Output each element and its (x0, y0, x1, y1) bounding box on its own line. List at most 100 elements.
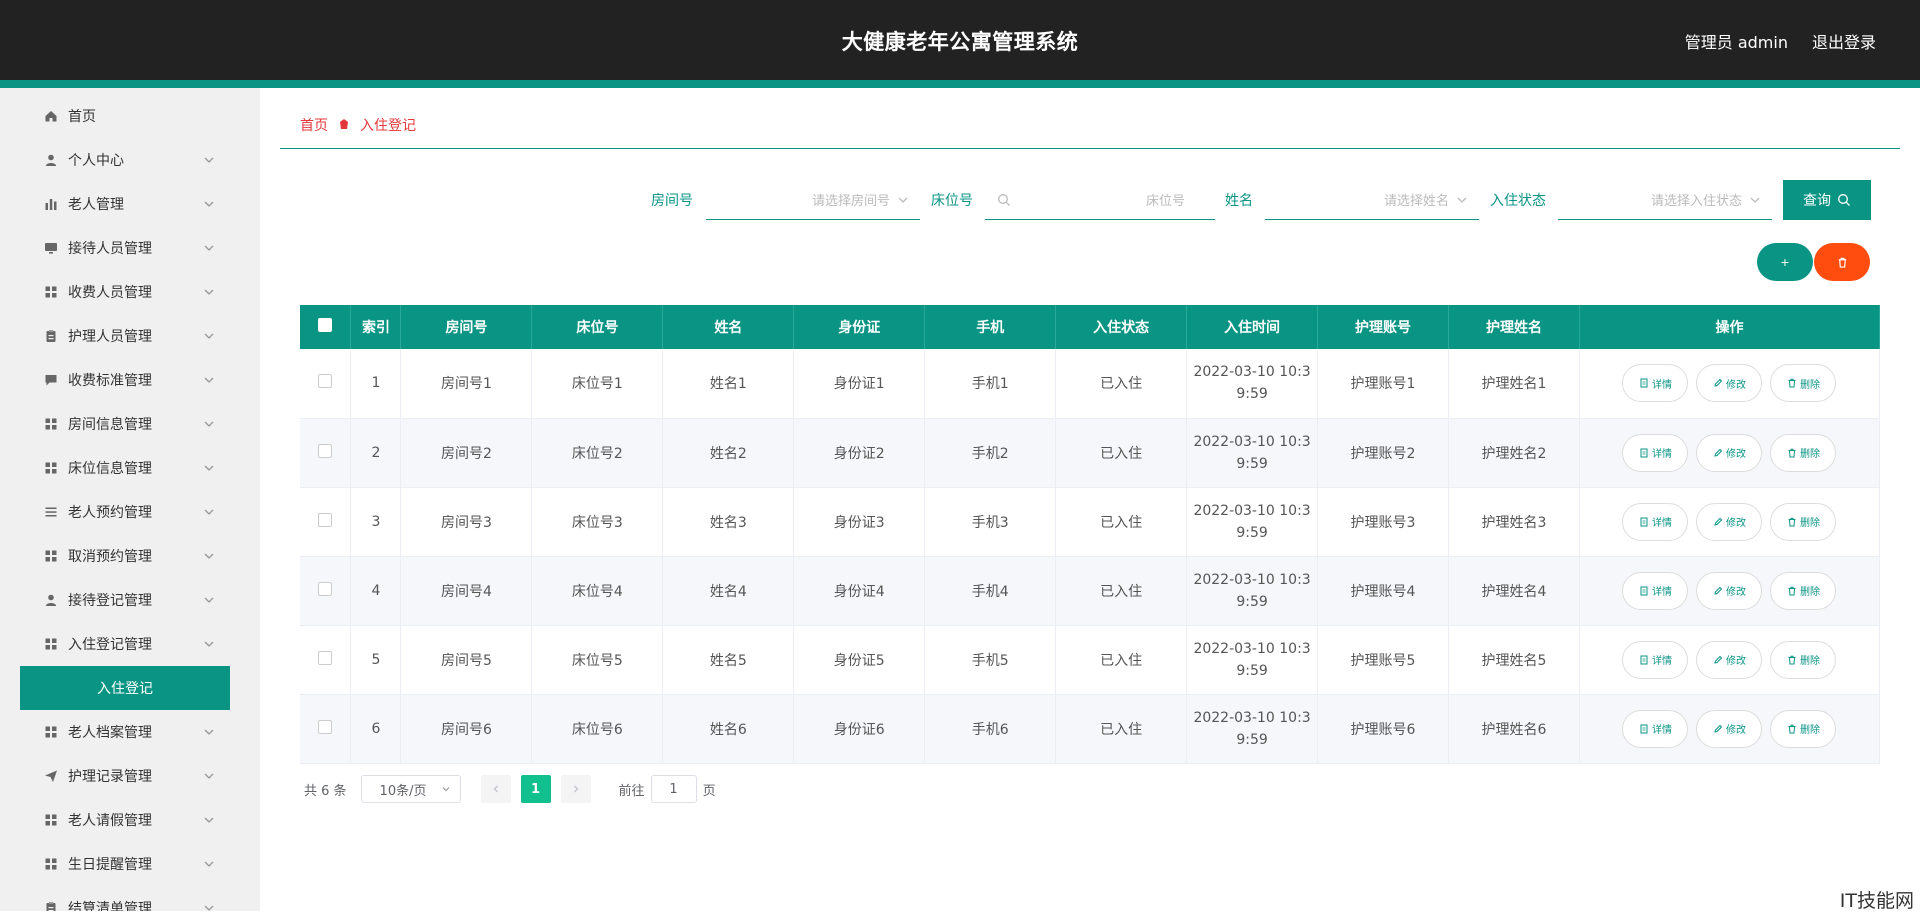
sidebar-item[interactable]: 老人请假管理 (20, 798, 230, 842)
chat-icon (44, 373, 58, 387)
row-checkbox[interactable] (300, 487, 352, 557)
sidebar-item[interactable]: 接待人员管理 (20, 226, 230, 270)
bed-input[interactable]: 床位号 (985, 180, 1215, 220)
chevron-right-icon (573, 785, 578, 793)
delete-label: 删除 (1799, 379, 1820, 391)
prev-page-button[interactable] (480, 775, 511, 803)
sidebar-item-label: 老人档案管理 (68, 725, 152, 741)
edit-button[interactable]: 修改 (1696, 709, 1763, 748)
delete-button[interactable]: 删除 (1770, 709, 1837, 748)
goto-page-input[interactable] (650, 775, 697, 803)
sidebar-item[interactable]: 护理人员管理 (20, 314, 230, 358)
sidebar-item-label: 床位信息管理 (68, 461, 152, 477)
sidebar-item[interactable]: 老人管理 (20, 182, 230, 226)
clipboard-icon (44, 901, 58, 911)
chevron-down-icon (204, 201, 214, 207)
query-button-label: 查询 (1803, 192, 1831, 208)
chevron-down-icon (204, 641, 214, 647)
detail-button[interactable]: 详情 (1622, 502, 1689, 541)
page-number-button[interactable]: 1 (520, 775, 551, 803)
document-icon (1640, 517, 1648, 526)
batch-delete-button[interactable] (1814, 243, 1870, 281)
breadcrumb: 首页 入住登记 (300, 115, 416, 135)
user-area: 管理员 admin 退出登录 (1685, 29, 1876, 53)
row-checkbox[interactable] (300, 418, 352, 488)
edit-button[interactable]: 修改 (1696, 502, 1763, 541)
delete-button[interactable]: 删除 (1770, 571, 1837, 610)
breadcrumb-home[interactable]: 首页 (300, 115, 328, 135)
table-row: 4 房间号4 床位号4 姓名4 身份证4 手机4 已入住 2022-03-10 10:3 9:5… (300, 556, 1881, 626)
sidebar-item[interactable]: 老人档案管理 (20, 710, 230, 754)
query-button[interactable]: 查询 (1783, 180, 1871, 220)
edit-button[interactable]: 修改 (1696, 364, 1763, 403)
column-header: 身份证 (793, 305, 926, 349)
detail-label: 详情 (1651, 725, 1672, 736)
sidebar-item[interactable]: 个人中心 (20, 138, 230, 182)
edit-button[interactable]: 修改 (1696, 640, 1763, 679)
sidebar-item[interactable]: 老人预约管理 (20, 490, 230, 534)
goto-unit-label: 页 (702, 783, 716, 799)
edit-button[interactable]: 修改 (1696, 433, 1763, 472)
row-checkbox[interactable] (300, 349, 352, 419)
sidebar-item[interactable]: 接待登记管理 (20, 578, 230, 622)
sidebar-item-label: 房间信息管理 (68, 417, 152, 433)
sidebar-item[interactable]: 结算清单管理 (20, 886, 230, 911)
detail-button[interactable]: 详情 (1622, 571, 1689, 610)
sidebar-item[interactable]: 护理记录管理 (20, 754, 230, 798)
detail-button[interactable]: 详情 (1622, 433, 1689, 472)
chevron-down-icon (204, 817, 214, 823)
trash-icon (1788, 724, 1796, 733)
admin-user-label[interactable]: 管理员 admin (1685, 29, 1788, 53)
sidebar-item[interactable]: 房间信息管理 (20, 402, 230, 446)
edit-button[interactable]: 修改 (1696, 571, 1763, 610)
sidebar-item-label: 收费标准管理 (68, 373, 152, 389)
cell-checkin-time: 2022-03-10 10:3 9:59 (1186, 556, 1319, 626)
row-checkbox[interactable] (300, 625, 352, 695)
room-select[interactable]: 请选择房间号 (706, 180, 920, 220)
user-icon (44, 593, 58, 607)
delete-label: 删除 (1799, 656, 1820, 667)
chevron-down-icon (204, 377, 214, 383)
sidebar-item[interactable]: 首页 (20, 94, 230, 138)
next-page-button[interactable] (560, 775, 591, 803)
detail-button[interactable]: 详情 (1622, 364, 1689, 403)
row-checkbox[interactable] (300, 556, 352, 626)
cell-index: 2 (350, 418, 402, 488)
trash-icon (1788, 586, 1796, 595)
cell-nurse-name: 护理姓名5 (1448, 625, 1580, 695)
detail-button[interactable]: 详情 (1622, 640, 1689, 679)
add-button[interactable]: + (1757, 243, 1813, 281)
detail-label: 详情 (1651, 587, 1672, 598)
sidebar-item[interactable]: 生日提醒管理 (20, 842, 230, 886)
cell-nurse-account: 护理账号3 (1317, 487, 1449, 557)
edit-icon (1714, 448, 1723, 457)
column-header: 床位号 (531, 305, 664, 349)
logout-button[interactable]: 退出登录 (1812, 29, 1876, 53)
cell-phone: 手机2 (924, 418, 1057, 488)
table-row: 1 房间号1 床位号1 姓名1 身份证1 手机1 已入住 2022-03-10 10:3 9:5… (300, 349, 1881, 419)
sidebar-item[interactable]: 入住登记管理 (20, 622, 230, 666)
select-all-checkbox[interactable] (300, 305, 352, 349)
sidebar-item[interactable]: 收费标准管理 (20, 358, 230, 402)
cell-index: 1 (350, 349, 402, 419)
delete-button[interactable]: 删除 (1770, 640, 1837, 679)
edit-icon (1714, 586, 1723, 595)
sidebar-item[interactable]: 收费人员管理 (20, 270, 230, 314)
edit-icon (1714, 655, 1723, 664)
row-checkbox[interactable] (300, 694, 352, 764)
name-select[interactable]: 请选择姓名 (1265, 180, 1479, 220)
delete-button[interactable]: 删除 (1770, 433, 1837, 472)
page-size-select[interactable]: 10条/页 (360, 775, 461, 803)
sidebar-item-label: 收费人员管理 (68, 285, 152, 301)
delete-button[interactable]: 删除 (1770, 364, 1837, 403)
delete-button[interactable]: 删除 (1770, 502, 1837, 541)
cell-status: 已入住 (1055, 625, 1188, 695)
chevron-down-icon (1457, 197, 1467, 203)
chevron-down-icon (204, 861, 214, 867)
sidebar-item[interactable]: 取消预约管理 (20, 534, 230, 578)
cell-phone: 手机6 (924, 694, 1057, 764)
sidebar-subitem-active[interactable]: 入住登记 (20, 666, 230, 710)
detail-button[interactable]: 详情 (1622, 709, 1689, 748)
sidebar-item[interactable]: 床位信息管理 (20, 446, 230, 490)
status-select[interactable]: 请选择入住状态 (1558, 180, 1772, 220)
